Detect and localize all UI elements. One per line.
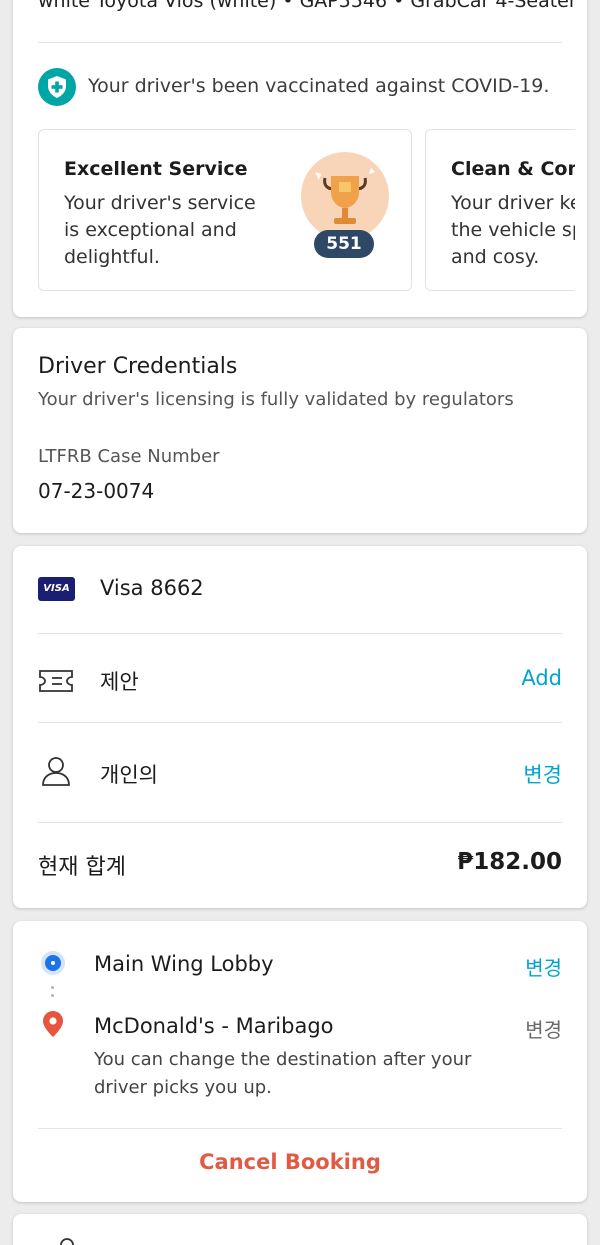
vehicle-details: white Toyota Vios (white) • GAP5546 • Gr… [38, 0, 577, 12]
divider [38, 633, 562, 634]
divider [38, 42, 562, 43]
payment-method[interactable]: Visa 8662 [100, 576, 204, 600]
promo-label: 제안 [100, 670, 139, 694]
payment-card: VISA Visa 8662 제안 Add 개인의 변경 현재 합계 ₱182.… [13, 546, 587, 908]
route-connector [51, 986, 55, 1002]
credentials-title: Driver Credentials [38, 354, 238, 379]
profile-label: 개인의 [100, 763, 158, 787]
dropoff-location: McDonald's - Maribago [94, 1014, 334, 1038]
compliment-description: Your driver keeps the vehicle spotless a… [451, 192, 575, 268]
cancel-booking-button[interactable]: Cancel Booking [13, 1150, 587, 1174]
compliment-title: Clean & Comfy [451, 158, 575, 180]
divider [38, 1128, 562, 1129]
destination-note: You can change the destination after you… [94, 1049, 472, 1098]
ticket-icon [38, 668, 74, 698]
divider [38, 722, 562, 723]
case-number-value: 07-23-0074 [38, 479, 155, 503]
route-card: Main Wing Lobby 변경 McDonald's - Maribago… [13, 921, 587, 1202]
next-card [13, 1214, 587, 1245]
trophy-icon [301, 152, 389, 240]
credentials-subtitle: Your driver's licensing is fully validat… [38, 389, 514, 410]
compliment-count-badge: 551 [314, 230, 374, 258]
compliment-card[interactable]: Excellent Service Your driver's service … [38, 129, 412, 291]
divider [38, 822, 562, 823]
change-pickup-button[interactable]: 변경 [525, 952, 562, 981]
pickup-dot-icon [41, 951, 65, 975]
vaccination-status: Your driver's been vaccinated against CO… [88, 75, 550, 97]
compliment-description: Your driver's service is exceptional and… [64, 192, 256, 268]
map-pin-icon [42, 1010, 64, 1042]
change-dropoff-button[interactable]: 변경 [525, 1014, 562, 1043]
total-value: ₱182.00 [457, 849, 562, 875]
shield-plus-icon [38, 68, 76, 106]
visa-card-icon: VISA [38, 577, 75, 601]
person-icon [53, 1236, 81, 1245]
case-number-label: LTFRB Case Number [38, 446, 220, 467]
compliment-title: Excellent Service [64, 158, 248, 180]
pickup-location: Main Wing Lobby [94, 952, 274, 976]
change-profile-button[interactable]: 변경 [523, 759, 562, 789]
add-promo-button[interactable]: Add [521, 666, 562, 690]
person-icon [40, 755, 72, 791]
driver-info-card: white Toyota Vios (white) • GAP5546 • Gr… [13, 0, 587, 317]
compliment-card[interactable]: Clean & Comfy Your driver keeps the vehi… [425, 129, 575, 291]
total-label: 현재 합계 [38, 855, 126, 880]
driver-credentials-card: Driver Credentials Your driver's licensi… [13, 328, 587, 533]
